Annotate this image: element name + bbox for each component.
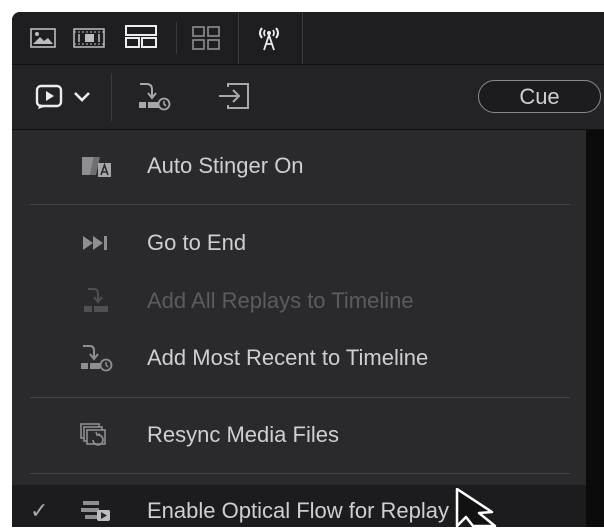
add-all-replays-icon — [78, 287, 114, 315]
menu-item-label: Enable Optical Flow for Replay — [147, 498, 450, 523]
toolbar-separator — [238, 12, 239, 64]
menu-item-go-to-end[interactable]: Go to End — [12, 217, 586, 269]
replay-options-menu: Auto Stinger On Go to End Add All Replay… — [12, 130, 586, 527]
stinger-icon — [78, 152, 114, 180]
checkmark-icon: ✓ — [30, 498, 49, 523]
menu-divider — [30, 473, 570, 474]
optical-flow-icon — [78, 497, 114, 525]
menu-item-label: Add Most Recent to Timeline — [147, 345, 429, 370]
menu-divider — [30, 397, 570, 398]
resync-icon — [78, 421, 114, 449]
menu-item-label: Add All Replays to Timeline — [147, 288, 414, 313]
view-toolbar — [12, 12, 604, 65]
viewer-edge — [586, 130, 604, 527]
menu-item-label: Go to End — [147, 230, 247, 255]
replay-toolbar: Cue — [12, 65, 604, 130]
cue-button-label: Cue — [519, 83, 560, 109]
menu-item-add-most-recent[interactable]: Add Most Recent to Timeline — [12, 332, 586, 384]
menu-divider — [30, 204, 570, 205]
cue-button[interactable]: Cue — [478, 80, 601, 113]
toolbar-separator — [176, 22, 177, 54]
grid-icon[interactable] — [190, 24, 222, 52]
import-icon[interactable] — [214, 79, 254, 113]
menu-item-label: Resync Media Files — [147, 422, 339, 447]
add-recent-icon — [78, 344, 114, 372]
menu-item-add-all-replays: Add All Replays to Timeline — [12, 275, 586, 327]
menu-item-resync-media[interactable]: Resync Media Files — [12, 409, 586, 461]
menu-item-auto-stinger[interactable]: Auto Stinger On — [12, 140, 586, 192]
replay-mode-dropdown[interactable] — [32, 81, 98, 113]
replay-window: Cue Auto Stinger On Go to End Add All Re… — [12, 12, 604, 527]
menu-item-label: Auto Stinger On — [147, 153, 304, 178]
image-icon[interactable] — [28, 25, 58, 51]
skip-to-end-icon — [78, 229, 114, 257]
broadcast-icon[interactable] — [254, 23, 284, 53]
toolbar-separator — [302, 12, 303, 64]
add-recent-timeline-icon[interactable] — [134, 79, 174, 113]
filmstrip-icon[interactable] — [72, 25, 106, 51]
toolbar-separator — [111, 73, 112, 121]
timeline-layout-icon[interactable] — [124, 23, 158, 51]
mouse-pointer-icon — [455, 487, 505, 532]
